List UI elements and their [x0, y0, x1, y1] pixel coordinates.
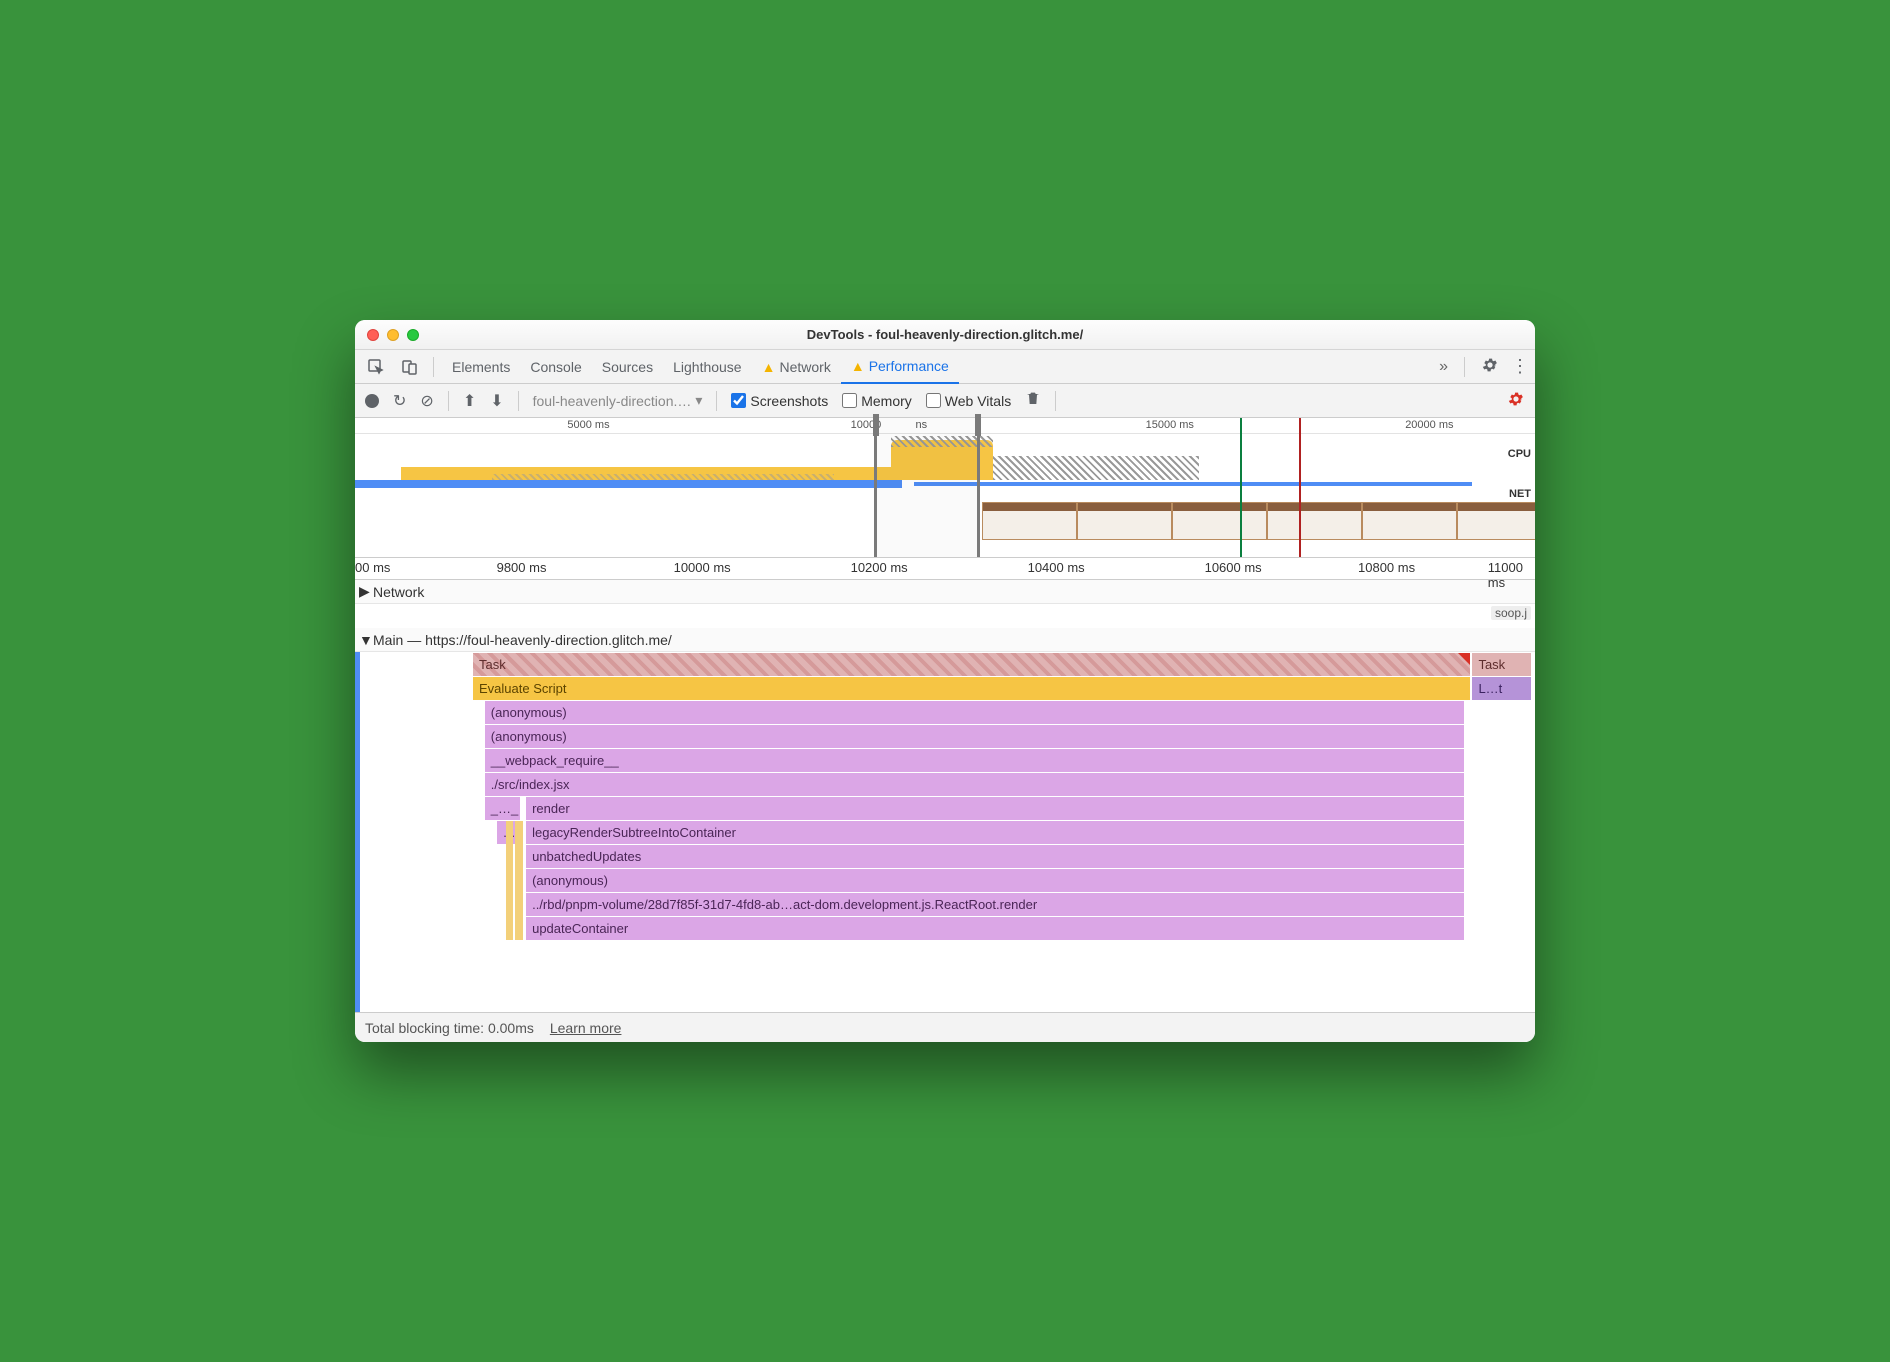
reload-icon[interactable]: ↻: [393, 391, 406, 411]
flame-bar[interactable]: ./src/index.jsx: [485, 772, 1464, 796]
timeline-overview[interactable]: 5000 ms10000ns15000 ms20000 ms CPU NET: [355, 418, 1535, 558]
flame-bar[interactable]: __webpack_require__: [485, 748, 1464, 772]
blocking-time-label: Total blocking time: 0.00ms: [365, 1020, 534, 1036]
tab-elements[interactable]: Elements: [442, 350, 520, 384]
settings-icon[interactable]: [1481, 356, 1499, 377]
flame-bar[interactable]: (anonymous): [526, 868, 1464, 892]
network-lane: soop.j: [355, 604, 1535, 628]
network-track-header[interactable]: ▶ Network: [355, 580, 1535, 604]
kebab-menu-icon[interactable]: ⋮: [1511, 356, 1529, 377]
recording-selector[interactable]: foul-heavenly-direction.… ▾: [533, 392, 703, 409]
tab-network[interactable]: ▲Network: [752, 350, 841, 384]
screenshots-checkbox[interactable]: Screenshots: [731, 393, 828, 409]
main-track-header[interactable]: ▼ Main — https://foul-heavenly-direction…: [355, 628, 1535, 652]
device-toggle-icon[interactable]: [395, 358, 425, 376]
overview-tick: 15000 ms: [1146, 419, 1194, 431]
overview-viewport[interactable]: [874, 418, 980, 557]
disclosure-icon: ▶: [359, 583, 373, 600]
ruler-tick: 00 ms: [355, 560, 390, 575]
flame-bar[interactable]: ../rbd/pnpm-volume/28d7f85f-31d7-4fd8-ab…: [526, 892, 1464, 916]
inspect-icon[interactable]: [361, 358, 391, 376]
network-track-label: Network: [373, 584, 424, 600]
ruler-tick: 10800 ms: [1358, 560, 1415, 575]
ruler-tick: 10000 ms: [674, 560, 731, 575]
learn-more-link[interactable]: Learn more: [550, 1020, 622, 1036]
flame-bar[interactable]: Evaluate Script: [473, 676, 1470, 700]
save-profile-icon[interactable]: ⬇: [490, 391, 503, 411]
marker-green: [1240, 418, 1242, 557]
ruler-tick: 10600 ms: [1205, 560, 1262, 575]
disclosure-icon: ▼: [359, 632, 373, 648]
perf-toolbar: ↻ ⊘ ⬆ ⬇ foul-heavenly-direction.… ▾ Scre…: [355, 384, 1535, 418]
detail-ruler[interactable]: 00 ms 9800 ms 10000 ms 10200 ms 10400 ms 1060…: [355, 558, 1535, 580]
tab-console[interactable]: Console: [520, 350, 591, 384]
overview-cpu-label: CPU: [1508, 448, 1531, 460]
ruler-tick: 9800 ms: [497, 560, 547, 575]
tab-sources[interactable]: Sources: [592, 350, 663, 384]
overview-tick: 5000 ms: [567, 419, 609, 431]
flame-bar[interactable]: (anonymous): [485, 724, 1464, 748]
titlebar: DevTools - foul-heavenly-direction.glitc…: [355, 320, 1535, 350]
load-profile-icon[interactable]: ⬆: [463, 391, 476, 411]
flame-bar[interactable]: legacyRenderSubtreeIntoContainer: [526, 820, 1464, 844]
memory-checkbox[interactable]: Memory: [842, 393, 912, 409]
warning-icon: ▲: [851, 358, 865, 374]
recording-selector-label: foul-heavenly-direction.…: [533, 393, 692, 409]
tab-lighthouse[interactable]: Lighthouse: [663, 350, 752, 384]
devtools-window: DevTools - foul-heavenly-direction.glitc…: [355, 320, 1535, 1042]
tab-performance[interactable]: ▲Performance: [841, 350, 959, 384]
marker-red: [1299, 418, 1301, 557]
network-request-badge[interactable]: soop.j: [1491, 606, 1531, 620]
ruler-tick: 10400 ms: [1028, 560, 1085, 575]
more-tabs-icon[interactable]: »: [1439, 358, 1448, 376]
clear-icon[interactable]: ⊘: [420, 391, 433, 411]
status-bar: Total blocking time: 0.00ms Learn more: [355, 1012, 1535, 1042]
capture-settings-icon[interactable]: [1507, 390, 1525, 411]
main-track-label: Main — https://foul-heavenly-direction.g…: [373, 632, 672, 648]
flame-bar[interactable]: unbatchedUpdates: [526, 844, 1464, 868]
flame-bar[interactable]: Task: [473, 652, 1470, 676]
flame-bar[interactable]: L…t: [1472, 676, 1531, 700]
flame-bar[interactable]: updateContainer: [526, 916, 1464, 940]
overview-net-label: NET: [1509, 488, 1531, 500]
window-title: DevTools - foul-heavenly-direction.glitc…: [355, 327, 1535, 342]
trash-icon[interactable]: [1025, 390, 1041, 411]
warning-icon: ▲: [762, 359, 776, 375]
flame-bar[interactable]: _…_: [485, 796, 520, 820]
overview-tick: 20000 ms: [1405, 419, 1453, 431]
record-icon[interactable]: [365, 394, 379, 408]
flame-bar[interactable]: render: [526, 796, 1464, 820]
flame-bar[interactable]: (anonymous): [485, 700, 1464, 724]
ruler-tick: 10200 ms: [851, 560, 908, 575]
chevron-down-icon: ▾: [695, 392, 702, 409]
panel-tabs: ElementsConsoleSourcesLighthouse▲Network…: [355, 350, 1535, 384]
flame-bar[interactable]: [515, 820, 522, 940]
flame-bar[interactable]: Task: [1472, 652, 1531, 676]
flame-chart[interactable]: TaskTaskEvaluate ScriptL…t(anonymous)(an…: [355, 652, 1535, 1012]
ruler-tick: 11000 ms: [1488, 560, 1535, 590]
flame-bar[interactable]: [506, 820, 513, 940]
webvitals-checkbox[interactable]: Web Vitals: [926, 393, 1011, 409]
